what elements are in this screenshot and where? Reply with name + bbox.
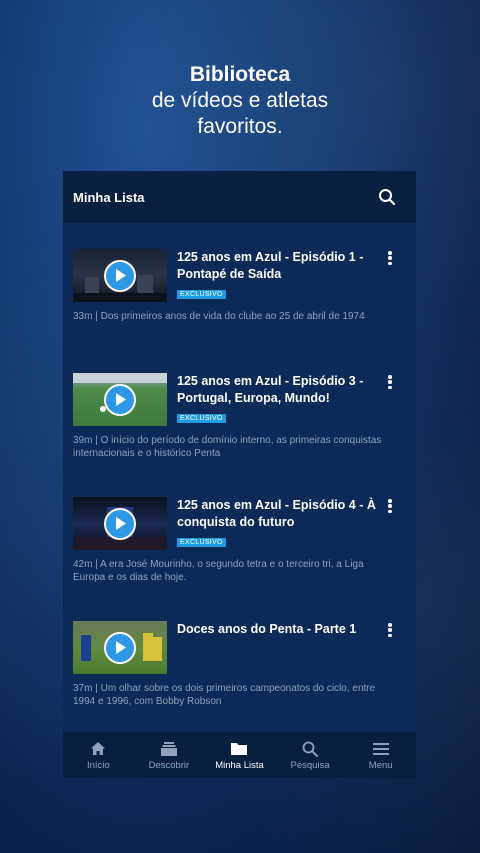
- hero-heading: Biblioteca de vídeos e atletas favoritos…: [0, 62, 480, 140]
- nav-label: Descobrir: [148, 759, 190, 771]
- list-item[interactable]: 125 anos em Azul - Episódio 1 - Pontapé …: [63, 249, 416, 373]
- play-icon[interactable]: [104, 259, 136, 292]
- list-item[interactable]: Doces anos do Penta - Parte 1 37m | Um o…: [63, 621, 416, 745]
- nav-item-pesquisa[interactable]: Pesquisa: [275, 732, 346, 778]
- play-icon[interactable]: [104, 507, 136, 540]
- hero-title: Biblioteca: [189, 63, 291, 86]
- play-icon[interactable]: [104, 383, 136, 416]
- video-description: 39m | O início do período de domínio int…: [73, 435, 382, 459]
- nav-label: Minha Lista: [215, 759, 264, 771]
- top-bar: Minha Lista: [63, 171, 416, 223]
- video-description: 37m | Um olhar sobre os dois primeiros c…: [73, 683, 376, 707]
- page-title: Minha Lista: [73, 189, 145, 205]
- video-description: 33m | Dos primeiros anos de vida do club…: [73, 311, 365, 322]
- nav-label: Início: [86, 759, 110, 771]
- hero-subtitle-2: favoritos.: [197, 115, 283, 138]
- exclusive-badge: EXCLUSIVO: [177, 290, 226, 299]
- nav-label: Menu: [368, 759, 393, 771]
- bottom-navigation: Início Descobrir Minha Lista Pesquisa Me…: [63, 732, 416, 778]
- play-icon[interactable]: [104, 631, 136, 664]
- video-thumbnail[interactable]: [73, 249, 167, 302]
- video-description: 42m | A era José Mourinho, o segundo tet…: [73, 559, 364, 583]
- video-title[interactable]: 125 anos em Azul - Episódio 3 - Portugal…: [177, 373, 377, 407]
- search-icon: [302, 740, 319, 758]
- video-list: 125 anos em Azul - Episódio 1 - Pontapé …: [63, 223, 416, 745]
- video-thumbnail[interactable]: [73, 621, 167, 674]
- search-icon[interactable]: [376, 186, 398, 208]
- more-options-icon[interactable]: [384, 249, 396, 267]
- nav-item-menu[interactable]: Menu: [345, 732, 416, 778]
- exclusive-badge: EXCLUSIVO: [177, 538, 226, 547]
- folder-icon: [231, 740, 248, 758]
- home-icon: [90, 740, 106, 758]
- nav-item-minha-lista[interactable]: Minha Lista: [204, 732, 275, 778]
- list-item[interactable]: 125 anos em Azul - Episódio 4 - À conqui…: [63, 497, 416, 621]
- discover-icon: [160, 740, 177, 758]
- nav-item-descobrir[interactable]: Descobrir: [134, 732, 205, 778]
- more-options-icon[interactable]: [384, 373, 396, 391]
- menu-icon: [372, 740, 389, 758]
- app-screen: Minha Lista 125 anos em Azul - Episódio …: [63, 171, 416, 778]
- more-options-icon[interactable]: [384, 497, 396, 515]
- video-title[interactable]: Doces anos do Penta - Parte 1: [177, 621, 377, 638]
- hero-subtitle-1: de vídeos e atletas: [151, 89, 329, 112]
- nav-item-inicio[interactable]: Início: [63, 732, 134, 778]
- video-thumbnail[interactable]: [73, 373, 167, 426]
- more-options-icon[interactable]: [384, 621, 396, 639]
- nav-label: Pesquisa: [290, 759, 330, 771]
- video-title[interactable]: 125 anos em Azul - Episódio 4 - À conqui…: [177, 497, 377, 531]
- list-item[interactable]: 125 anos em Azul - Episódio 3 - Portugal…: [63, 373, 416, 497]
- video-thumbnail[interactable]: [73, 497, 167, 550]
- video-title[interactable]: 125 anos em Azul - Episódio 1 - Pontapé …: [177, 249, 377, 283]
- exclusive-badge: EXCLUSIVO: [177, 414, 226, 423]
